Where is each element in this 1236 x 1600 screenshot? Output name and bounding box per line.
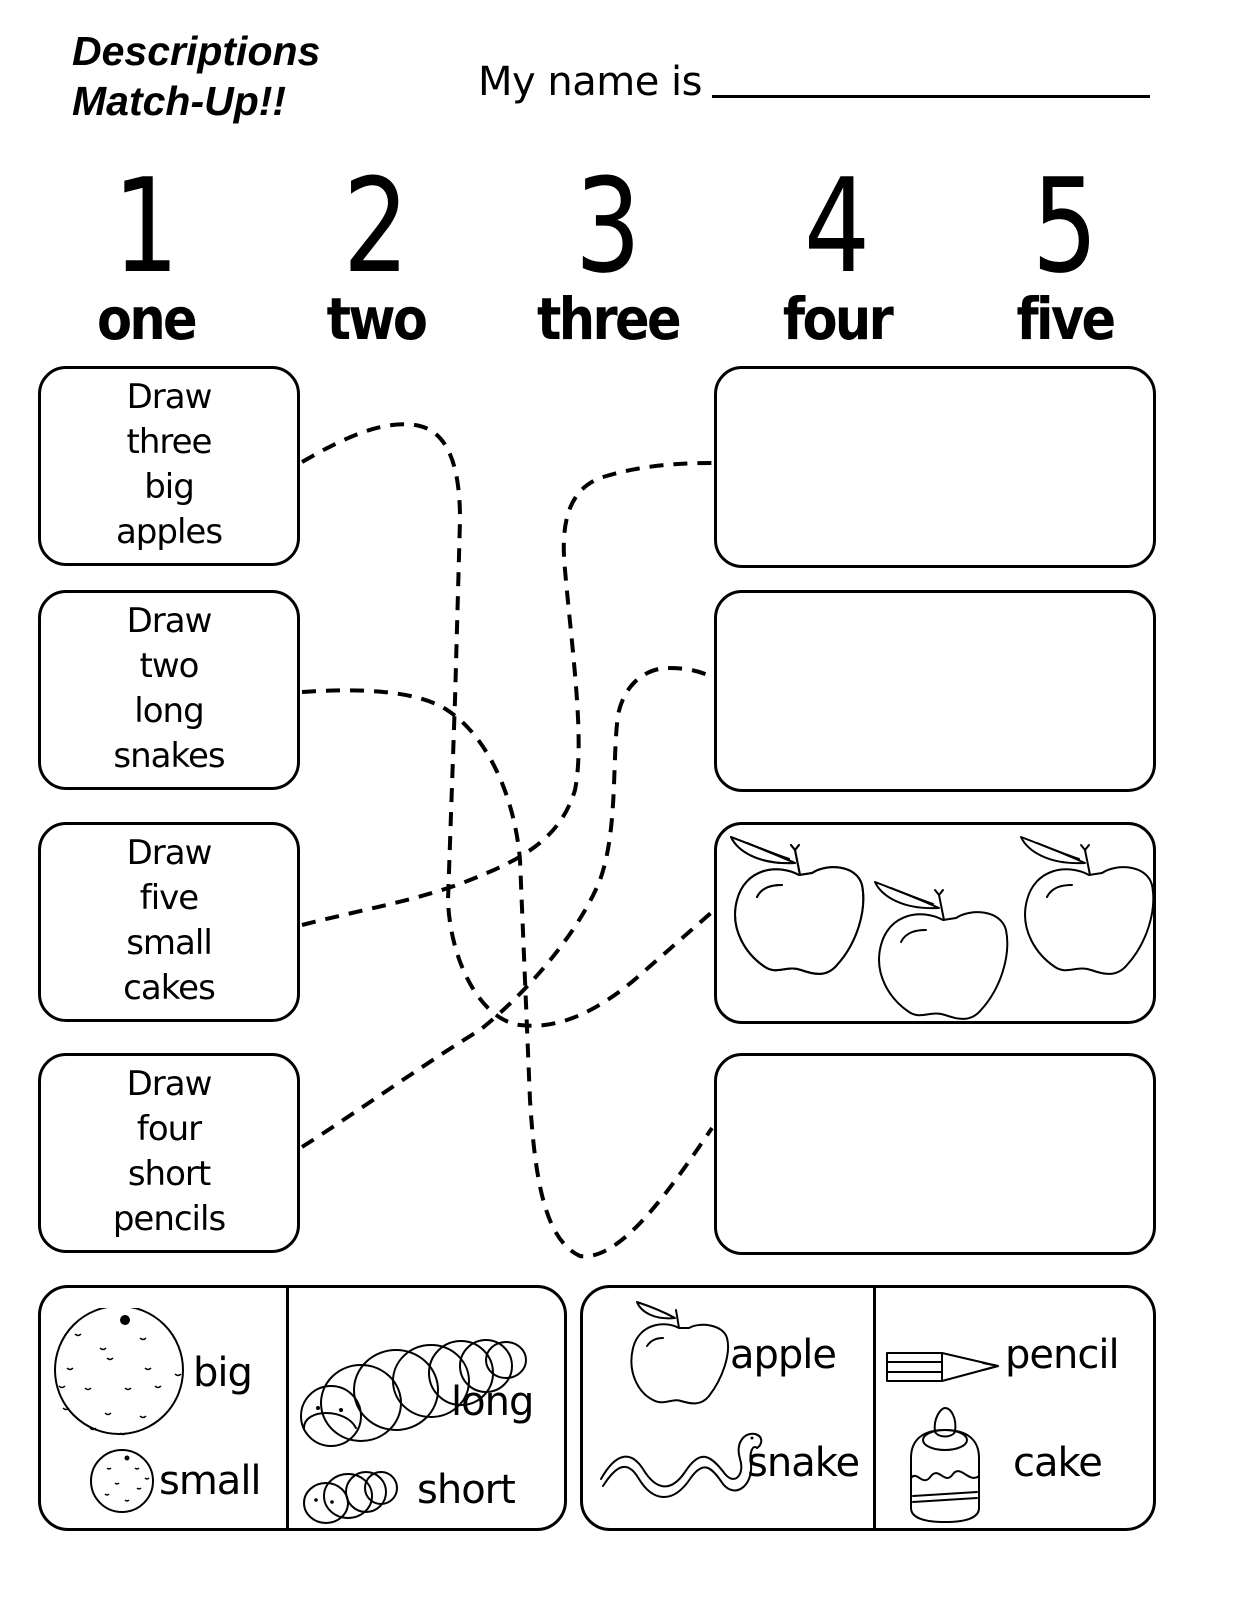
small-orange-icon bbox=[90, 1449, 154, 1513]
description-box-4: Draw four short pencils bbox=[38, 1053, 300, 1253]
apple-2 bbox=[874, 881, 1009, 1020]
legend-word-apple: apple bbox=[730, 1332, 837, 1378]
desc-line: three bbox=[126, 422, 213, 462]
desc-line: Draw bbox=[126, 833, 213, 873]
legend-word-snake: snake bbox=[747, 1440, 860, 1486]
desc-line: small bbox=[126, 923, 213, 963]
apple-3 bbox=[1020, 836, 1153, 975]
picture-box-1[interactable] bbox=[714, 366, 1156, 568]
desc-line: snakes bbox=[113, 736, 225, 776]
legend-word-cake: cake bbox=[1013, 1440, 1103, 1486]
desc-line: short bbox=[127, 1154, 211, 1194]
desc-line: two bbox=[139, 646, 200, 686]
desc-line: big bbox=[144, 467, 195, 507]
desc-line: Draw bbox=[126, 377, 213, 417]
short-caterpillar-icon bbox=[303, 1471, 398, 1524]
apple-icon bbox=[630, 1301, 729, 1405]
match-path-3[interactable] bbox=[301, 461, 713, 927]
match-path-2[interactable] bbox=[301, 688, 714, 1259]
apple-1 bbox=[730, 836, 865, 975]
legend-word-short: short bbox=[417, 1467, 516, 1513]
description-box-2: Draw two long snakes bbox=[38, 590, 300, 790]
desc-line: five bbox=[139, 878, 199, 918]
cake-icon bbox=[910, 1407, 980, 1523]
noun-icons bbox=[600, 1301, 763, 1498]
desc-line: long bbox=[134, 691, 204, 731]
picture-box-2[interactable] bbox=[714, 590, 1156, 792]
apples-drawing bbox=[730, 836, 1153, 1020]
legend-word-pencil: pencil bbox=[1005, 1332, 1120, 1378]
desc-line: Draw bbox=[126, 1064, 213, 1104]
adjectives-legend: big small long short bbox=[38, 1285, 567, 1531]
legend-divider bbox=[286, 1288, 289, 1528]
legend-word-long: long bbox=[451, 1379, 534, 1425]
picture-box-4[interactable] bbox=[714, 1053, 1156, 1255]
desc-line: pencils bbox=[112, 1199, 226, 1239]
desc-line: cakes bbox=[123, 968, 216, 1008]
desc-line: Draw bbox=[126, 601, 213, 641]
noun-icons-2 bbox=[886, 1352, 999, 1523]
desc-line: four bbox=[136, 1109, 202, 1149]
description-box-1: Draw three big apples bbox=[38, 366, 300, 566]
snake-icon bbox=[600, 1432, 763, 1498]
nouns-legend: apple snake pencil cake bbox=[580, 1285, 1156, 1531]
legend-word-big: big bbox=[193, 1350, 253, 1396]
match-path-4[interactable] bbox=[300, 665, 709, 1149]
description-box-3: Draw five small cakes bbox=[38, 822, 300, 1022]
picture-box-3[interactable] bbox=[714, 822, 1156, 1024]
match-path-1[interactable] bbox=[300, 422, 714, 1028]
big-orange-icon bbox=[54, 1308, 184, 1435]
pencil-icon bbox=[886, 1352, 999, 1382]
legend-word-small: small bbox=[159, 1458, 262, 1504]
desc-line: apples bbox=[115, 512, 223, 552]
